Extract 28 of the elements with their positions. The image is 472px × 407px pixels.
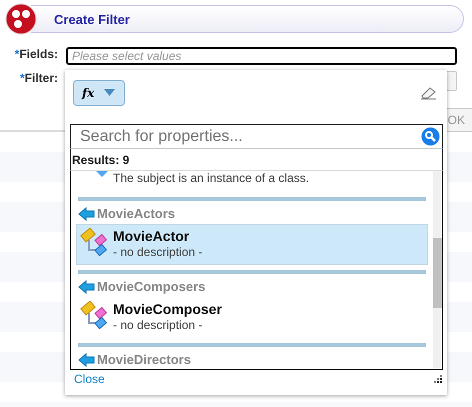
class-hierarchy-icon (79, 228, 109, 256)
field-label: Filter: (24, 71, 58, 85)
fields-input[interactable]: Please select values (66, 47, 457, 65)
logo-icon (5, 3, 37, 35)
diamond-icon (96, 171, 108, 177)
item-description: The subject is an instance of a class. (113, 171, 310, 185)
scrollbar[interactable] (433, 171, 442, 369)
arrow-icon (78, 206, 95, 220)
arrow-icon (78, 352, 95, 366)
arrow-icon (78, 280, 95, 294)
group-label: MovieDirectors (97, 352, 191, 367)
property-item[interactable]: MovieActor - no description - (76, 224, 428, 265)
required-marker: * (14, 47, 20, 61)
required-marker: * (20, 71, 25, 85)
eraser-icon[interactable] (420, 86, 437, 100)
results-count: Results: 9 (70, 149, 443, 170)
property-item[interactable]: MovieComposer - no description - (76, 297, 428, 338)
caret-icon (104, 89, 116, 96)
resize-grip-icon[interactable] (434, 374, 443, 384)
page-title: Create Filter (54, 12, 130, 26)
group-label: MovieActors (97, 206, 176, 221)
field-label: Fields: (19, 47, 58, 61)
close-link[interactable]: Close (74, 372, 105, 386)
group-label: MovieComposers (97, 279, 206, 294)
search-field[interactable]: Search for properties... (70, 124, 443, 149)
function-button[interactable]: fx (73, 80, 125, 106)
class-hierarchy-icon (79, 301, 109, 329)
search-icon[interactable] (421, 127, 440, 146)
